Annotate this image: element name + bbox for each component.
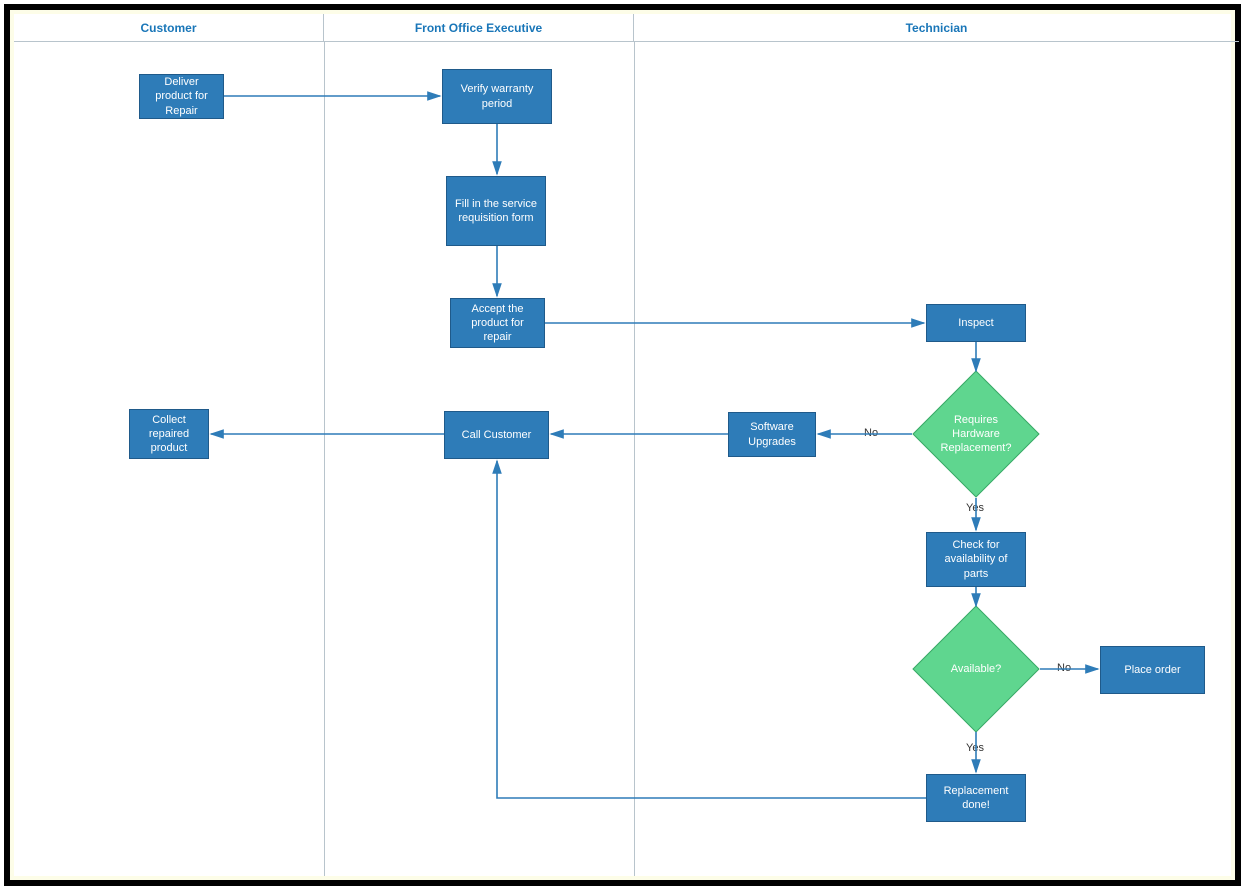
diamond-label: Requires Hardware Replacement? xyxy=(931,389,1021,479)
edge-label-yes-available: Yes xyxy=(966,742,984,754)
node-inspect[interactable]: Inspect xyxy=(926,304,1026,342)
node-collect-product[interactable]: Collect repaired product xyxy=(129,409,209,459)
node-replacement-done[interactable]: Replacement done! xyxy=(926,774,1026,822)
node-call-customer[interactable]: Call Customer xyxy=(444,411,549,459)
lane-divider-1 xyxy=(324,42,325,876)
lane-header-customer: Customer xyxy=(14,14,324,42)
diamond-label: Available? xyxy=(931,624,1021,714)
edge-label-no-hardware: No xyxy=(864,427,878,439)
node-place-order[interactable]: Place order xyxy=(1100,646,1205,694)
outer-border: Customer Front Office Executive Technici… xyxy=(4,4,1241,886)
edge-label-yes-hardware: Yes xyxy=(966,502,984,514)
node-fill-form[interactable]: Fill in the service requisition form xyxy=(446,176,546,246)
diagram-canvas: Customer Front Office Executive Technici… xyxy=(14,14,1231,876)
node-deliver-product[interactable]: Deliver product for Repair xyxy=(139,74,224,119)
node-software-upgrades[interactable]: Software Upgrades xyxy=(728,412,816,457)
edge-label-no-available: No xyxy=(1057,662,1071,674)
node-accept-product[interactable]: Accept the product for repair xyxy=(450,298,545,348)
node-check-parts[interactable]: Check for availability of parts xyxy=(926,532,1026,587)
node-available[interactable]: Available? xyxy=(931,624,1021,714)
node-requires-hardware[interactable]: Requires Hardware Replacement? xyxy=(931,389,1021,479)
lane-header-front-office: Front Office Executive xyxy=(324,14,634,42)
lane-divider-2 xyxy=(634,42,635,876)
node-verify-warranty[interactable]: Verify warranty period xyxy=(442,69,552,124)
lane-header-technician: Technician xyxy=(634,14,1239,42)
